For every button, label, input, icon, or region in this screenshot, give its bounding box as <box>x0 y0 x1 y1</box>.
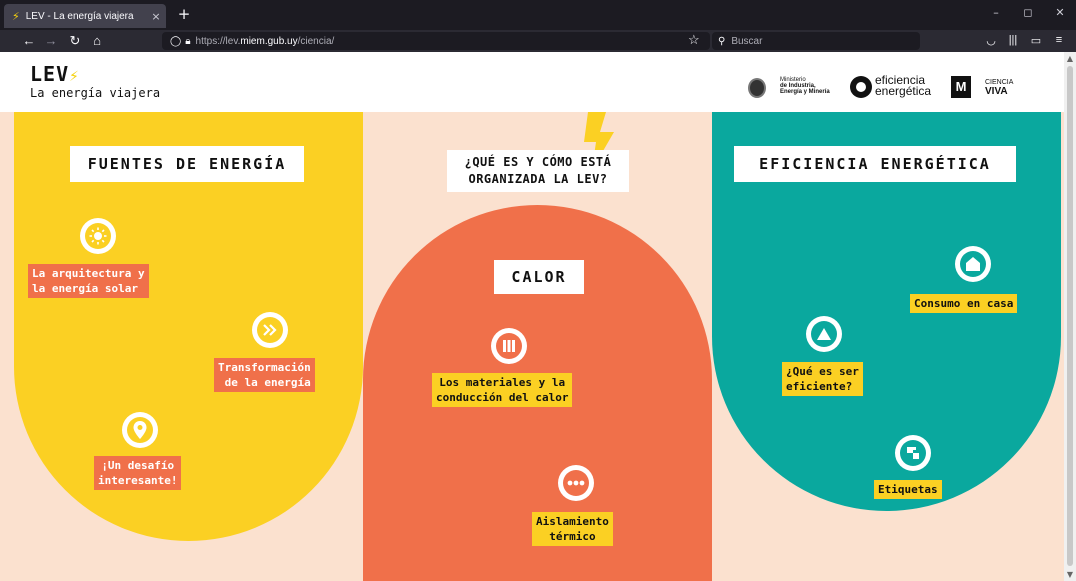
forward-arrow-icon[interactable]: → <box>42 33 60 49</box>
logo-brand: LEV <box>30 62 70 86</box>
fuentes-title[interactable]: FUENTES DE ENERGÍA <box>70 146 304 182</box>
search-placeholder: Buscar <box>731 35 763 47</box>
lock-icon[interactable]: 🔒︎ <box>185 36 190 47</box>
label-line: ¡Un desafío <box>101 459 175 472</box>
squares-icon[interactable] <box>895 435 931 471</box>
sidebar-icon[interactable]: ▭ <box>1027 34 1045 47</box>
search-icon: ⚲ <box>718 35 726 47</box>
bars-icon[interactable] <box>491 328 527 364</box>
eficiencia-title[interactable]: EFICIENCIA ENERGÉTICA <box>734 146 1016 182</box>
url-bar[interactable]: ◯ 🔒︎ https://lev. miem.gub.uy/ciencia/ <box>162 32 710 50</box>
uruguay-seal-icon <box>748 78 766 98</box>
minimize-icon[interactable]: – <box>986 6 1006 19</box>
url-host: miem.gub.uy <box>240 35 298 47</box>
home-icon[interactable]: ⌂ <box>88 33 106 49</box>
transformacion-energia-link[interactable]: Transformación de la energía <box>214 358 315 392</box>
label-line: conducción del calor <box>436 391 569 404</box>
lev-favicon-icon: ⚡ <box>12 9 20 23</box>
bookmark-star-icon[interactable]: ☆ <box>688 32 700 48</box>
logo-tagline: La energía viajera <box>30 86 161 100</box>
label-line: ¿Qué es ser <box>786 365 859 378</box>
arquitectura-solar-link[interactable]: La arquitectura y la energía solar <box>28 264 149 298</box>
library-icon[interactable]: ||| <box>1004 34 1022 46</box>
back-arrow-icon[interactable]: ← <box>20 33 38 49</box>
browser-tab[interactable]: ⚡ LEV - La energía viajera × <box>4 4 166 28</box>
label-line: térmico <box>549 530 596 543</box>
ciencia-viva-logo: CIENCIA VIVA <box>985 79 1014 97</box>
page-scrollbar[interactable]: ▲ ▼ <box>1064 52 1076 581</box>
double-chevron-icon[interactable] <box>252 312 288 348</box>
label-line: interesante! <box>98 474 178 487</box>
label-line: Aislamiento <box>536 515 609 528</box>
browser-nav-bar: ← → ↻ ⌂ ◯ 🔒︎ https://lev. miem.gub.uy/cie… <box>0 30 1076 52</box>
eficiencia-logo-icon <box>850 76 872 98</box>
tab-close-icon[interactable]: × <box>146 10 166 23</box>
desafio-interesante-link[interactable]: ¡Un desafío interesante! <box>94 456 182 490</box>
location-pin-icon[interactable] <box>122 412 158 448</box>
label-line: eficiente? <box>786 380 853 393</box>
label-line: La arquitectura y <box>32 267 145 280</box>
browser-tab-bar: ⚡ LEV - La energía viajera × + – ◻ ✕ <box>0 0 1076 30</box>
m-logo: M <box>951 76 971 98</box>
house-icon[interactable] <box>955 246 991 282</box>
que-es-line1: ¿QUÉ ES Y CÓMO ESTÁ <box>464 155 612 169</box>
etiquetas-link[interactable]: Etiquetas <box>874 480 942 499</box>
eficiencia-logo: eficiencia energética <box>875 73 932 98</box>
que-es-lev-button[interactable]: ¿QUÉ ES Y CÓMO ESTÁ ORGANIZADA LA LEV? <box>447 150 629 192</box>
label-line: la energía solar <box>32 282 138 295</box>
lightning-bolt-icon: ⚡ <box>69 66 79 85</box>
reload-icon[interactable]: ↻ <box>66 33 84 49</box>
scrollbar-thumb[interactable] <box>1067 66 1073 566</box>
label-line: de la energía <box>224 376 311 389</box>
tab-title: LEV - La energía viajera <box>25 10 134 22</box>
label-line: Los materiales y la <box>439 376 566 389</box>
consumo-casa-link[interactable]: Consumo en casa <box>910 294 1018 313</box>
dots-icon[interactable] <box>558 465 594 501</box>
search-input[interactable]: ⚲ Buscar <box>712 32 920 50</box>
new-tab-button[interactable]: + <box>174 5 194 23</box>
ministry-logo: Ministerio de Industria, Energía y Miner… <box>780 77 830 95</box>
url-path: /ciencia/ <box>297 35 335 47</box>
aislamiento-termico-link[interactable]: Aislamiento térmico <box>532 512 613 546</box>
label-line: Etiquetas <box>878 483 938 496</box>
calor-title[interactable]: CALOR <box>494 260 584 294</box>
sun-icon[interactable] <box>80 218 116 254</box>
materiales-conduccion-link[interactable]: Los materiales y la conducción del calor <box>432 373 573 407</box>
label-line: Consumo en casa <box>914 297 1014 310</box>
scroll-down-icon[interactable]: ▼ <box>1064 570 1076 579</box>
pocket-icon[interactable]: ◡ <box>982 34 1000 47</box>
scroll-up-icon[interactable]: ▲ <box>1064 54 1076 63</box>
menu-icon[interactable]: ≡ <box>1050 34 1068 46</box>
que-es-eficiente-link[interactable]: ¿Qué es ser eficiente? <box>782 362 863 396</box>
page-content: LEV⚡ La energía viajera Ministerio de In… <box>0 52 1064 581</box>
que-es-line2: ORGANIZADA LA LEV? <box>468 172 608 186</box>
close-window-icon[interactable]: ✕ <box>1050 6 1070 19</box>
lev-logo[interactable]: LEV⚡ La energía viajera <box>30 62 160 100</box>
triangle-icon[interactable] <box>806 316 842 352</box>
tracking-shield-icon[interactable]: ◯ <box>170 36 181 47</box>
url-prefix: https://lev. <box>195 35 241 47</box>
label-line: Transformación <box>218 361 311 374</box>
maximize-icon[interactable]: ◻ <box>1018 6 1038 19</box>
